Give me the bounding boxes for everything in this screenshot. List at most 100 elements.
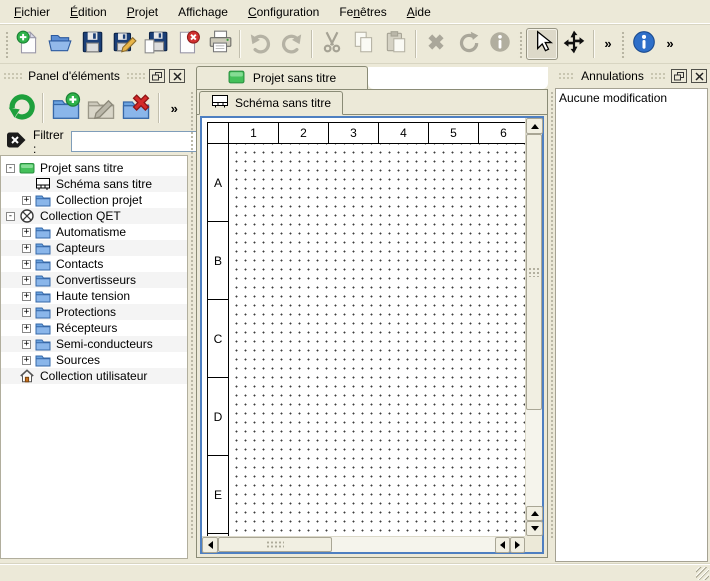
tree-expander[interactable]: + [22, 244, 31, 253]
tree-expander[interactable]: + [22, 308, 31, 317]
tree-item-collection-qet[interactable]: - Collection QET [1, 208, 187, 224]
redo-button[interactable] [276, 28, 308, 60]
schema-tab[interactable]: Schéma sans titre [199, 91, 343, 115]
scroll-down-button[interactable] [526, 521, 543, 536]
delete-button[interactable] [420, 28, 452, 60]
tree-item-semi-conducteurs[interactable]: +Semi-conducteurs [1, 336, 187, 352]
close-dock-button[interactable] [691, 69, 707, 83]
scroll-right-button[interactable] [510, 537, 525, 553]
tree-item-haute-tension[interactable]: +Haute tension [1, 288, 187, 304]
close-dock-button[interactable] [169, 69, 185, 83]
horizontal-scrollbar[interactable] [202, 536, 525, 552]
panel-toolbar-overflow-button[interactable]: » [164, 90, 185, 126]
menu-projet[interactable]: Projet [117, 2, 168, 22]
arrow-up-icon [531, 124, 539, 129]
float-dock-button[interactable] [149, 69, 165, 83]
select-mode-button[interactable] [526, 28, 558, 60]
undo-history-list[interactable]: Aucune modification [555, 88, 708, 562]
folder-icon [35, 336, 51, 352]
print-button[interactable] [204, 28, 236, 60]
undo-history-item[interactable]: Aucune modification [556, 89, 707, 107]
left-splitter-handle[interactable] [188, 66, 196, 564]
tree-item-protections[interactable]: +Protections [1, 304, 187, 320]
paste-button[interactable] [380, 28, 412, 60]
tree-expander[interactable]: + [22, 324, 31, 333]
tree-expander[interactable]: + [22, 196, 31, 205]
resize-grip[interactable] [696, 567, 709, 580]
tree-item-label: Collection QET [40, 209, 121, 223]
menu-configuration[interactable]: Configuration [238, 2, 329, 22]
tree-expander[interactable]: + [22, 228, 31, 237]
undo-panel-dock: Annulations Aucune modification [555, 66, 710, 564]
float-dock-icon [152, 69, 162, 84]
open-project-button[interactable] [44, 28, 76, 60]
elements-panel-titlebar[interactable]: Panel d'éléments [0, 66, 188, 86]
vertical-scrollbar-thumb[interactable] [526, 134, 542, 410]
toolbar-drag-handle[interactable] [4, 30, 10, 58]
scroll-up-button[interactable] [526, 118, 543, 134]
tree-item-automatisme[interactable]: +Automatisme [1, 224, 187, 240]
schema-canvas[interactable]: 1 2 3 4 5 6 A B C D [202, 118, 525, 536]
tree-expander[interactable]: + [22, 340, 31, 349]
save-as-button[interactable] [108, 28, 140, 60]
tree-item-collection-projet[interactable]: + Collection projet [1, 192, 187, 208]
cut-button[interactable] [316, 28, 348, 60]
info-toolbar-overflow-button[interactable]: » [660, 28, 680, 60]
vertical-scrollbar-track[interactable] [526, 410, 542, 506]
save-all-button[interactable] [140, 28, 172, 60]
tree-expander[interactable]: - [6, 164, 15, 173]
delete-category-button[interactable] [118, 90, 153, 126]
scroll-up-button[interactable] [526, 506, 543, 521]
tree-expander[interactable]: + [22, 292, 31, 301]
tree-item-recepteurs[interactable]: +Récepteurs [1, 320, 187, 336]
horizontal-scrollbar-thumb[interactable] [218, 537, 332, 552]
project-icon [19, 160, 35, 176]
reload-icon [6, 92, 36, 125]
vertical-scrollbar[interactable] [525, 118, 542, 536]
close-document-button[interactable] [172, 28, 204, 60]
tree-item-label: Collection projet [56, 193, 142, 207]
rotate-button[interactable] [452, 28, 484, 60]
new-document-button[interactable] [12, 28, 44, 60]
copy-button[interactable] [348, 28, 380, 60]
save-icon [79, 29, 105, 58]
toolbar-drag-handle[interactable] [518, 30, 524, 58]
menu-aide[interactable]: Aide [397, 2, 441, 22]
tree-expander[interactable]: + [22, 260, 31, 269]
new-document-icon [15, 29, 41, 58]
new-category-button[interactable] [48, 90, 83, 126]
column-header: 2 [279, 122, 329, 144]
tree-item-sources[interactable]: +Sources [1, 352, 187, 368]
scroll-left-button[interactable] [202, 537, 218, 553]
tree-item-capteurs[interactable]: +Capteurs [1, 240, 187, 256]
tree-expander[interactable]: + [22, 356, 31, 365]
right-splitter-handle[interactable] [548, 66, 555, 564]
reload-collections-button[interactable] [3, 90, 38, 126]
menu-fichier[interactable]: Fichier [4, 2, 60, 22]
clear-filter-button[interactable] [5, 133, 26, 151]
horizontal-scrollbar-track[interactable] [332, 537, 495, 552]
selection-toolbar-overflow-button[interactable]: » [598, 28, 618, 60]
elements-panel-toolbar: » [0, 88, 188, 128]
edit-category-button[interactable] [83, 90, 118, 126]
menu-edition[interactable]: Édition [60, 2, 117, 22]
about-info-button[interactable] [628, 28, 660, 60]
menu-fenetres[interactable]: Fenêtres [329, 2, 396, 22]
tree-item-projet[interactable]: -Projet sans titre [1, 160, 187, 176]
tree-item-convertisseurs[interactable]: +Convertisseurs [1, 272, 187, 288]
move-mode-button[interactable] [558, 28, 590, 60]
tree-expander[interactable]: + [22, 276, 31, 285]
undo-button[interactable] [244, 28, 276, 60]
menu-affichage[interactable]: Affichage [168, 2, 238, 22]
undo-panel-titlebar[interactable]: Annulations [555, 66, 710, 86]
project-tab[interactable]: Projet sans titre [196, 66, 368, 89]
save-button[interactable] [76, 28, 108, 60]
float-dock-button[interactable] [671, 69, 687, 83]
tree-item-schema[interactable]: Schéma sans titre [1, 176, 187, 192]
tree-item-collection-utilisateur[interactable]: Collection utilisateur [1, 368, 187, 384]
tree-item-contacts[interactable]: +Contacts [1, 256, 187, 272]
toolbar-drag-handle[interactable] [620, 30, 626, 58]
scroll-left-button[interactable] [495, 537, 510, 553]
tree-expander[interactable]: - [6, 212, 15, 221]
diagram-info-button[interactable] [484, 28, 516, 60]
